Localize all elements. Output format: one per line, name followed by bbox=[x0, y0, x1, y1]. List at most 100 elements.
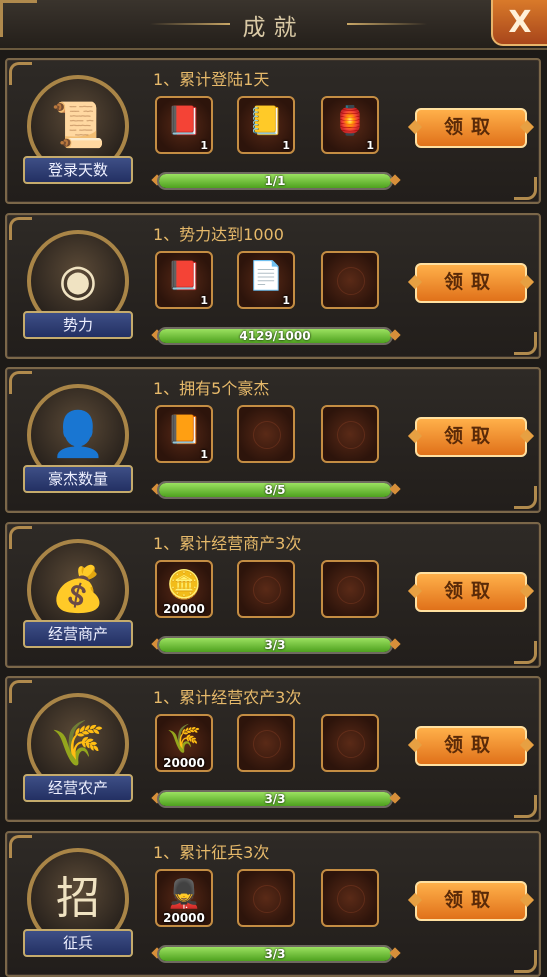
empty-slot-mark bbox=[337, 730, 365, 758]
category-label: 势力 bbox=[23, 311, 133, 339]
reward-slot[interactable]: 📒 1 bbox=[237, 96, 295, 154]
progress-text: 1/1 bbox=[264, 174, 286, 188]
scroll-icon: 📒 bbox=[248, 104, 284, 137]
achievement-card: 👤 豪杰数量 1、拥有5个豪杰 📙 1 8/5 领取 bbox=[5, 367, 541, 513]
corner-ornament bbox=[514, 332, 537, 355]
reward-slot[interactable] bbox=[321, 251, 379, 309]
reward-quantity: 1 bbox=[282, 294, 290, 307]
category-label: 经营商产 bbox=[23, 620, 133, 648]
portrait-emblem: 📜 bbox=[50, 100, 106, 151]
claim-button[interactable]: 领取 bbox=[415, 108, 527, 148]
empty-slot-mark bbox=[253, 730, 281, 758]
close-button[interactable]: X bbox=[491, 0, 547, 46]
achievement-description: 1、累计经营农产3次 bbox=[153, 688, 302, 707]
reward-slot[interactable] bbox=[321, 714, 379, 772]
reward-slot[interactable] bbox=[321, 405, 379, 463]
reward-slot[interactable] bbox=[237, 405, 295, 463]
reward-slot[interactable]: 📙 1 bbox=[155, 405, 213, 463]
scroll-icon: 📕 bbox=[166, 104, 202, 137]
progress-text: 8/5 bbox=[264, 483, 286, 497]
claim-button[interactable]: 领取 bbox=[415, 417, 527, 457]
reward-slot[interactable] bbox=[237, 869, 295, 927]
achievement-card: 招 征兵 1、累计征兵3次 💂 20000 3/3 领取 bbox=[5, 831, 541, 977]
achievement-description: 1、累计经营商产3次 bbox=[153, 534, 302, 553]
reward-quantity: 1 bbox=[366, 139, 374, 152]
category-label: 豪杰数量 bbox=[23, 465, 133, 493]
achievement-card: ◉ 势力 1、势力达到1000 📕 1 📄 1 4129/1000 领取 bbox=[5, 213, 541, 359]
reward-slot[interactable] bbox=[321, 560, 379, 618]
claim-button[interactable]: 领取 bbox=[415, 881, 527, 921]
progress-bar: 3/3 bbox=[157, 636, 393, 654]
reward-slot[interactable]: 📕 1 bbox=[155, 96, 213, 154]
empty-slot-mark bbox=[337, 421, 365, 449]
close-icon: X bbox=[508, 4, 532, 40]
achievement-card: 💰 经营商产 1、累计经营商产3次 🪙 20000 3/3 领取 bbox=[5, 522, 541, 668]
empty-slot-mark bbox=[337, 576, 365, 604]
corner-ornament bbox=[514, 641, 537, 664]
title-ornament-right bbox=[347, 23, 427, 25]
document-icon: 📄 bbox=[248, 259, 284, 292]
reward-quantity: 1 bbox=[282, 139, 290, 152]
empty-slot-mark bbox=[337, 885, 365, 913]
reward-slot[interactable]: 📄 1 bbox=[237, 251, 295, 309]
portrait-emblem: 💰 bbox=[50, 564, 106, 615]
page-title: 成就 bbox=[242, 15, 305, 41]
claim-button[interactable]: 领取 bbox=[415, 726, 527, 766]
corner-ornament bbox=[514, 950, 537, 973]
reward-slot[interactable] bbox=[321, 869, 379, 927]
achievement-description: 1、累计征兵3次 bbox=[153, 843, 270, 862]
reward-slot[interactable] bbox=[237, 714, 295, 772]
category-label: 经营农产 bbox=[23, 774, 133, 802]
reward-slot[interactable]: 💂 20000 bbox=[155, 869, 213, 927]
soldier-icon: 💂 bbox=[166, 877, 202, 910]
portrait-emblem: ◉ bbox=[58, 255, 98, 306]
achievement-description: 1、累计登陆1天 bbox=[153, 70, 270, 89]
empty-slot-mark bbox=[253, 885, 281, 913]
title-bar: 成就 X bbox=[0, 0, 547, 50]
grain-sack-icon: 🌾 bbox=[166, 722, 202, 755]
reward-quantity: 1 bbox=[200, 448, 208, 461]
reward-quantity: 20000 bbox=[163, 756, 205, 770]
reward-quantity: 1 bbox=[200, 139, 208, 152]
corner-ornament bbox=[514, 486, 537, 509]
achievement-description: 1、拥有5个豪杰 bbox=[153, 379, 270, 398]
progress-text: 4129/1000 bbox=[239, 329, 311, 343]
progress-bar: 8/5 bbox=[157, 481, 393, 499]
progress-bar: 3/3 bbox=[157, 790, 393, 808]
reward-quantity: 20000 bbox=[163, 911, 205, 925]
achievement-card: 📜 登录天数 1、累计登陆1天 📕 1 📒 1 🏮 1 1/1 领取 bbox=[5, 58, 541, 204]
reward-slot[interactable]: 🏮 1 bbox=[321, 96, 379, 154]
reward-quantity: 20000 bbox=[163, 602, 205, 616]
progress-text: 3/3 bbox=[264, 792, 286, 806]
portrait-emblem: 招 bbox=[56, 873, 100, 924]
category-label: 登录天数 bbox=[23, 156, 133, 184]
category-label: 征兵 bbox=[23, 929, 133, 957]
portrait-emblem: 👤 bbox=[50, 409, 106, 460]
empty-slot-mark bbox=[337, 267, 365, 295]
empty-slot-mark bbox=[253, 576, 281, 604]
progress-text: 3/3 bbox=[264, 638, 286, 652]
corner-ornament bbox=[514, 795, 537, 818]
reward-slot[interactable]: 🪙 20000 bbox=[155, 560, 213, 618]
portrait-emblem: 🌾 bbox=[50, 718, 106, 769]
reward-slot[interactable] bbox=[237, 560, 295, 618]
progress-bar: 4129/1000 bbox=[157, 327, 393, 345]
empty-slot-mark bbox=[253, 421, 281, 449]
reward-quantity: 1 bbox=[200, 294, 208, 307]
corner-ornament bbox=[9, 835, 32, 858]
progress-text: 3/3 bbox=[264, 947, 286, 961]
progress-bar: 3/3 bbox=[157, 945, 393, 963]
claim-button[interactable]: 领取 bbox=[415, 263, 527, 303]
corner-ornament bbox=[9, 680, 32, 703]
achievement-description: 1、势力达到1000 bbox=[153, 225, 284, 244]
coin-icon: 🪙 bbox=[166, 568, 202, 601]
corner-ornament bbox=[9, 526, 32, 549]
reward-slot[interactable]: 📕 1 bbox=[155, 251, 213, 309]
scroll-icon: 📕 bbox=[166, 259, 202, 292]
corner-ornament bbox=[9, 371, 32, 394]
claim-button[interactable]: 领取 bbox=[415, 572, 527, 612]
progress-bar: 1/1 bbox=[157, 172, 393, 190]
corner-ornament bbox=[514, 177, 537, 200]
book-icon: 📙 bbox=[166, 413, 202, 446]
reward-slot[interactable]: 🌾 20000 bbox=[155, 714, 213, 772]
